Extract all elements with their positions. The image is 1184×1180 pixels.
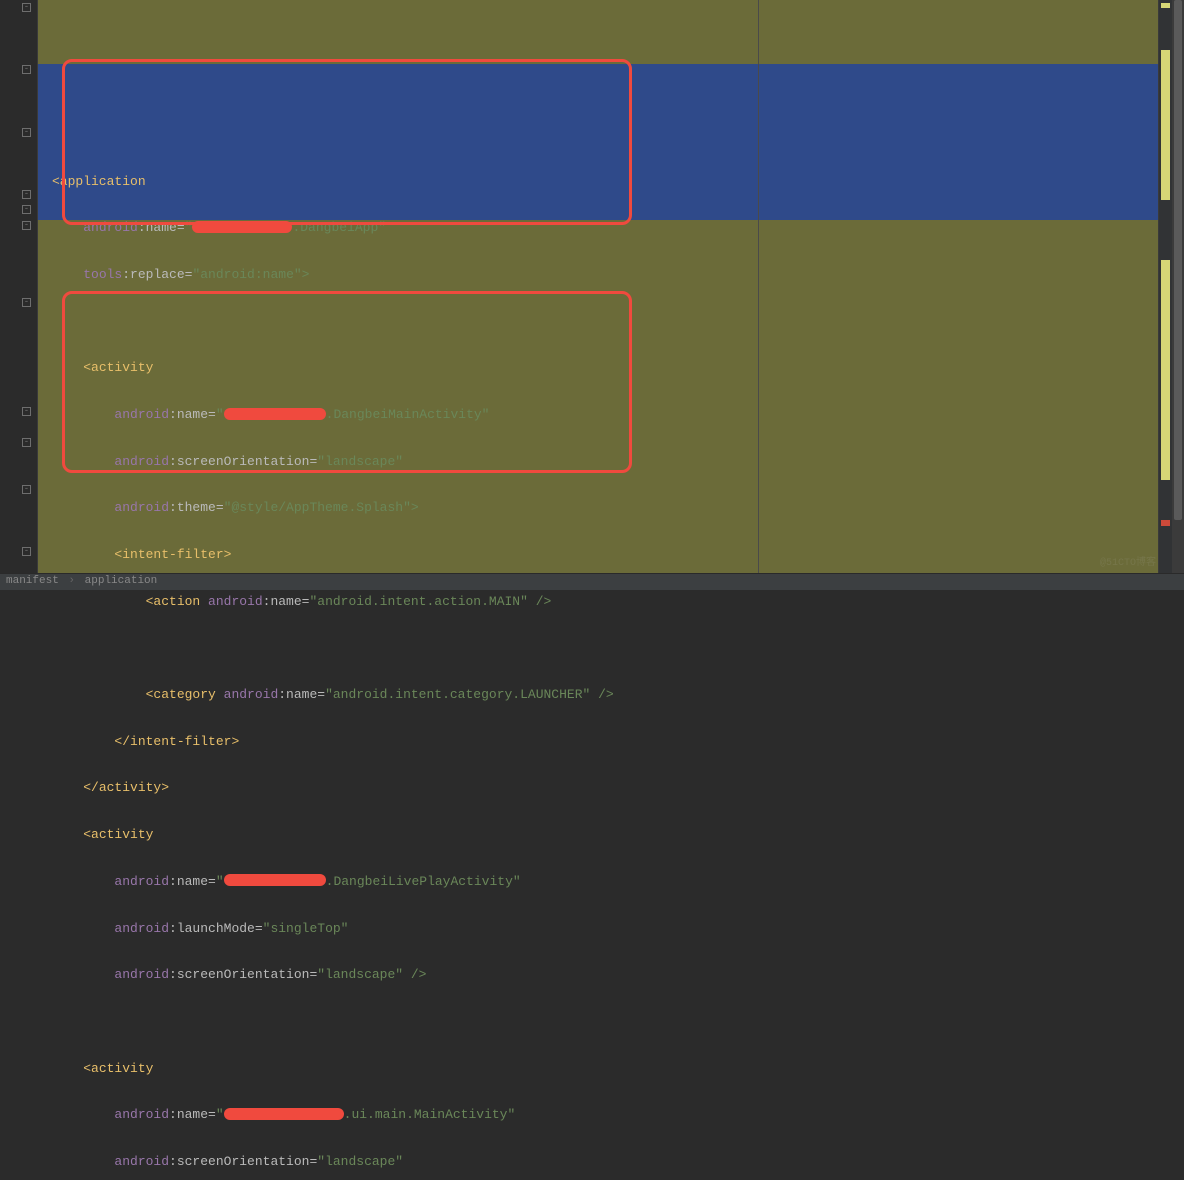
minimap-marker — [1161, 50, 1170, 200]
fold-icon[interactable]: - — [22, 205, 31, 214]
code-line: <action android:name="android.intent.act… — [38, 594, 1158, 610]
code-line: android:name="x.ui.main.MainActivity" — [38, 1107, 1158, 1123]
minimap-marker — [1161, 3, 1170, 8]
fold-icon[interactable]: - — [22, 438, 31, 447]
redaction: x — [224, 1108, 344, 1120]
redaction: xxxxxxxxxxx — [192, 221, 292, 233]
code-line: android:screenOrientation="landscape" — [38, 454, 1158, 470]
fold-icon[interactable]: - — [22, 3, 31, 12]
code-line — [38, 314, 1158, 330]
fold-icon[interactable]: - — [22, 407, 31, 416]
code-line: android:screenOrientation="landscape" /> — [38, 967, 1158, 983]
code-line: <category android:name="android.intent.c… — [38, 687, 1158, 703]
code-line: tools:replace="android:name"> — [38, 267, 1158, 283]
scrollbar-vertical[interactable] — [1172, 0, 1184, 573]
ruler — [758, 0, 759, 573]
fold-icon[interactable]: - — [22, 190, 31, 199]
scrollbar-thumb[interactable] — [1174, 0, 1182, 520]
code-line: <activity — [38, 1061, 1158, 1077]
fold-icon[interactable]: - — [22, 128, 31, 137]
fold-icon[interactable]: - — [22, 485, 31, 494]
code-line: android:name="xxxxxxxxxxx.DangbeiApp" — [38, 220, 1158, 236]
fold-icon[interactable]: - — [22, 221, 31, 230]
code-line: android:screenOrientation="landscape" — [38, 1154, 1158, 1170]
code-line: android:name="x.DangbeiMainActivity" — [38, 407, 1158, 423]
code-line: android:theme="@style/AppTheme.Splash"> — [38, 500, 1158, 516]
redaction: x — [224, 874, 326, 886]
code-line: <activity — [38, 827, 1158, 843]
minimap-marker — [1161, 260, 1170, 480]
fold-icon[interactable]: - — [22, 298, 31, 307]
gutter: - - - - - - - - - - - — [0, 0, 38, 573]
code-line: </activity> — [38, 780, 1158, 796]
code-line — [38, 1014, 1158, 1030]
code-line: <application — [38, 174, 1158, 190]
fold-icon[interactable]: - — [22, 547, 31, 556]
code-line: <intent-filter> — [38, 547, 1158, 563]
code-line: </intent-filter> — [38, 734, 1158, 750]
code-line: android:name="x.DangbeiLivePlayActivity" — [38, 874, 1158, 890]
code-line — [38, 640, 1158, 656]
fold-icon[interactable]: - — [22, 65, 31, 74]
watermark: @51CTO博客 — [1100, 558, 1156, 570]
code-line: <activity — [38, 360, 1158, 376]
redaction: x — [224, 408, 326, 420]
minimap[interactable] — [1158, 0, 1172, 573]
editor: - - - - - - - - - - - <application andro… — [0, 0, 1184, 573]
selection — [38, 64, 1158, 220]
code-area[interactable]: <application android:name="xxxxxxxxxxx.D… — [38, 0, 1158, 573]
minimap-marker — [1161, 520, 1170, 526]
code-line: android:launchMode="singleTop" — [38, 921, 1158, 937]
